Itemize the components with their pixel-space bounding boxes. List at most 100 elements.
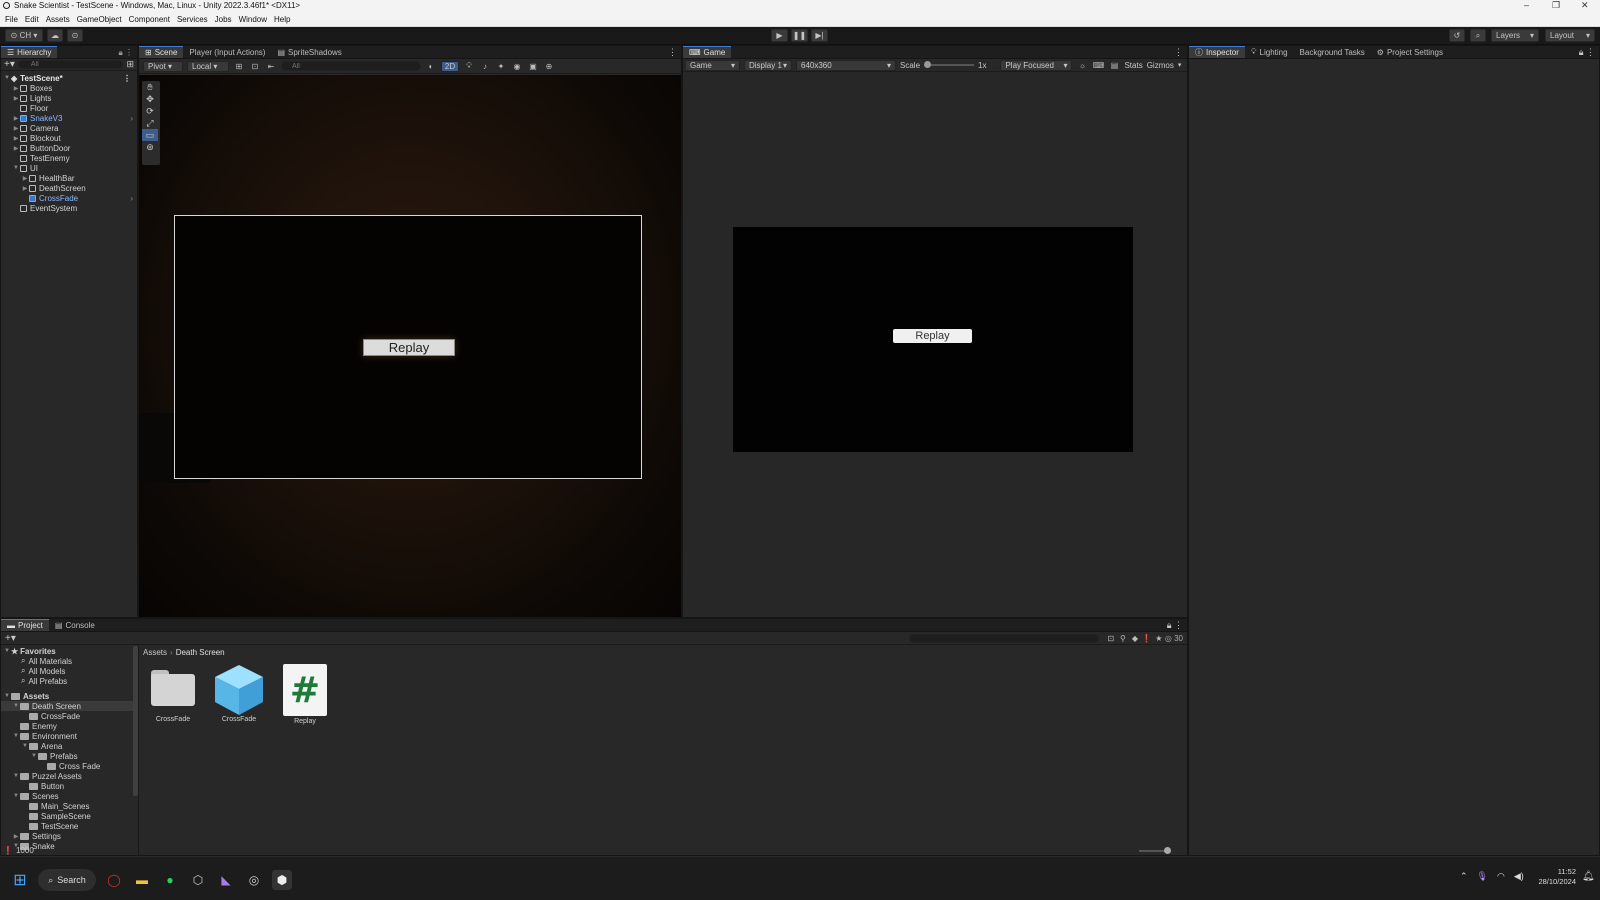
- add-icon[interactable]: +▾: [5, 633, 16, 644]
- tab-lighting[interactable]: 💡︎ Lighting: [1245, 46, 1294, 58]
- pivot-dropdown[interactable]: Pivot ▾: [143, 60, 183, 72]
- folder-arena[interactable]: ▼ Arena: [1, 741, 138, 751]
- favorite-all-prefabs[interactable]: ⌕ All Prefabs: [1, 676, 138, 686]
- volume-icon[interactable]: ◀): [1514, 871, 1524, 882]
- notification-icon[interactable]: 🔔︎: [1582, 871, 1595, 882]
- folder-crossfade[interactable]: CrossFade: [1, 711, 138, 721]
- hierarchy-item-testenemy[interactable]: TestEnemy: [1, 153, 137, 163]
- layout-dropdown[interactable]: Layout ▾: [1545, 29, 1595, 42]
- more-options-icon[interactable]: ⋮: [123, 74, 137, 83]
- asset-crossfade-prefab[interactable]: CrossFade: [207, 662, 271, 723]
- folder-button[interactable]: Button: [1, 781, 138, 791]
- audio-icon[interactable]: ♪: [479, 61, 491, 72]
- lock-icon[interactable]: 🔒︎ ⋮: [1579, 47, 1599, 58]
- collab-icon[interactable]: ⊙: [67, 29, 83, 42]
- unity-icon[interactable]: ◎: [244, 870, 264, 890]
- chevron-right-icon[interactable]: ▶: [12, 85, 20, 92]
- chevron-right-icon[interactable]: ▶: [12, 95, 20, 102]
- hierarchy-item-floor[interactable]: Floor: [1, 103, 137, 113]
- chevron-down-icon[interactable]: ▼: [12, 773, 20, 779]
- increment-snap-icon[interactable]: ⇤: [265, 61, 277, 72]
- breadcrumb-death-screen[interactable]: Death Screen: [176, 648, 225, 657]
- hierarchy-item-deathscreen[interactable]: ▶ DeathScreen: [1, 183, 137, 193]
- shortcut-icon[interactable]: ⌨: [1092, 60, 1105, 71]
- menu-window[interactable]: Window: [239, 15, 267, 24]
- clock[interactable]: 11:52 28/10/2024: [1532, 867, 1576, 887]
- scene-search-input[interactable]: [281, 61, 421, 71]
- scene-root[interactable]: ▼ ◈ TestScene* ⋮: [1, 73, 137, 83]
- taskbar-search[interactable]: ⌕ Search: [38, 869, 96, 891]
- close-button[interactable]: ✕: [1581, 0, 1589, 11]
- stats-button[interactable]: Stats: [1124, 61, 1142, 70]
- gizmos-button[interactable]: Gizmos: [1147, 61, 1174, 70]
- menu-help[interactable]: Help: [274, 15, 290, 24]
- scale-tool-icon[interactable]: ⤢: [142, 117, 158, 129]
- transform-tool-icon[interactable]: ⊛: [142, 141, 158, 153]
- opera-icon[interactable]: ◯: [104, 870, 124, 890]
- gizmo-icon[interactable]: ⊕: [543, 61, 555, 72]
- folder-scenes[interactable]: ▼ Scenes: [1, 791, 138, 801]
- folder-settings[interactable]: ▶ Settings: [1, 831, 138, 841]
- hierarchy-item-lights[interactable]: ▶ Lights: [1, 93, 137, 103]
- hierarchy-item-healthbar[interactable]: ▶ HealthBar: [1, 173, 137, 183]
- hierarchy-item-buttondoor[interactable]: ▶ ButtonDoor: [1, 143, 137, 153]
- chevron-down-icon[interactable]: ▾: [1178, 61, 1182, 69]
- favorite-all-models[interactable]: ⌕ All Models: [1, 666, 138, 676]
- game-replay-button[interactable]: Replay: [893, 329, 972, 343]
- camera-icon[interactable]: ▣: [527, 61, 539, 72]
- folder-cross-fade[interactable]: Cross Fade: [1, 761, 138, 771]
- chevron-right-icon[interactable]: ▶: [21, 175, 29, 182]
- chevron-down-icon[interactable]: ▼: [30, 753, 38, 759]
- maximize-button[interactable]: ❐: [1552, 0, 1560, 11]
- menu-jobs[interactable]: Jobs: [215, 15, 232, 24]
- hierarchy-item-boxes[interactable]: ▶ Boxes: [1, 83, 137, 93]
- resolution-dropdown[interactable]: 640x360 ▾: [796, 59, 896, 71]
- rotate-tool-icon[interactable]: ⟳: [142, 105, 158, 117]
- tree-scrollbar[interactable]: [133, 646, 138, 796]
- favorite-icon[interactable]: ★: [1153, 633, 1165, 644]
- menu-file[interactable]: File: [5, 15, 18, 24]
- tab-game[interactable]: ⌨ Game: [683, 46, 732, 58]
- play-button[interactable]: ▶: [771, 29, 788, 42]
- tab-background-tasks[interactable]: Background Tasks: [1294, 46, 1371, 58]
- unity-hub-icon[interactable]: ⬡: [188, 870, 208, 890]
- chevron-right-icon[interactable]: ›: [130, 194, 137, 203]
- hierarchy-item-ui[interactable]: ▼ UI: [1, 163, 137, 173]
- rect-tool-icon[interactable]: ▭: [142, 129, 158, 141]
- chevron-right-icon[interactable]: ▶: [12, 115, 20, 122]
- hierarchy-item-snakev3[interactable]: ▶ SnakeV3 ›: [1, 113, 137, 123]
- chevron-right-icon[interactable]: ▶: [12, 125, 20, 132]
- favorite-all-materials[interactable]: ⌕ All Materials: [1, 656, 138, 666]
- local-dropdown[interactable]: Local ▾: [187, 60, 229, 72]
- folder-main-scenes[interactable]: Main_Scenes: [1, 801, 138, 811]
- visibility-icon[interactable]: ◉: [511, 61, 523, 72]
- folder-environment[interactable]: ▼ Environment: [1, 731, 138, 741]
- unity-editor-icon[interactable]: ⬢: [272, 870, 292, 890]
- snap-icon[interactable]: ⊡: [249, 61, 261, 72]
- hierarchy-item-eventsystem[interactable]: EventSystem: [1, 203, 137, 213]
- game-mode-dropdown[interactable]: Game ▾: [685, 59, 740, 71]
- audio-mute-icon[interactable]: ☼: [1076, 60, 1088, 71]
- hand-tool-icon[interactable]: ✋︎: [142, 81, 158, 93]
- stats-icon[interactable]: ▤: [1108, 60, 1120, 71]
- chevron-right-icon[interactable]: ▶: [12, 135, 20, 142]
- spotify-icon[interactable]: ●: [160, 870, 180, 890]
- more-options-icon[interactable]: ⋮: [1174, 47, 1187, 58]
- hierarchy-item-blockout[interactable]: ▶ Blockout: [1, 133, 137, 143]
- history-icon[interactable]: ↺: [1449, 29, 1465, 42]
- folder-prefabs[interactable]: ▼ Prefabs: [1, 751, 138, 761]
- tab-player-input-actions[interactable]: Player (Input Actions): [183, 46, 271, 58]
- chevron-right-icon[interactable]: ›: [130, 114, 137, 123]
- project-search-input[interactable]: [908, 633, 1099, 643]
- tab-console[interactable]: ▤ Console: [49, 619, 101, 631]
- filter-icon[interactable]: ⊞: [126, 59, 134, 70]
- hierarchy-item-camera[interactable]: ▶ Camera: [1, 123, 137, 133]
- chevron-right-icon[interactable]: ▶: [21, 185, 29, 192]
- tab-inspector[interactable]: ⓘ Inspector: [1189, 46, 1245, 58]
- folder-death-screen[interactable]: ▼ Death Screen: [1, 701, 138, 711]
- grid-icon[interactable]: ⊞: [233, 61, 245, 72]
- lighting-icon[interactable]: 💡︎: [463, 61, 475, 72]
- save-search-icon[interactable]: ⊡: [1105, 633, 1117, 644]
- chevron-down-icon[interactable]: ▼: [12, 165, 20, 171]
- cloud-icon[interactable]: ☁: [47, 29, 63, 42]
